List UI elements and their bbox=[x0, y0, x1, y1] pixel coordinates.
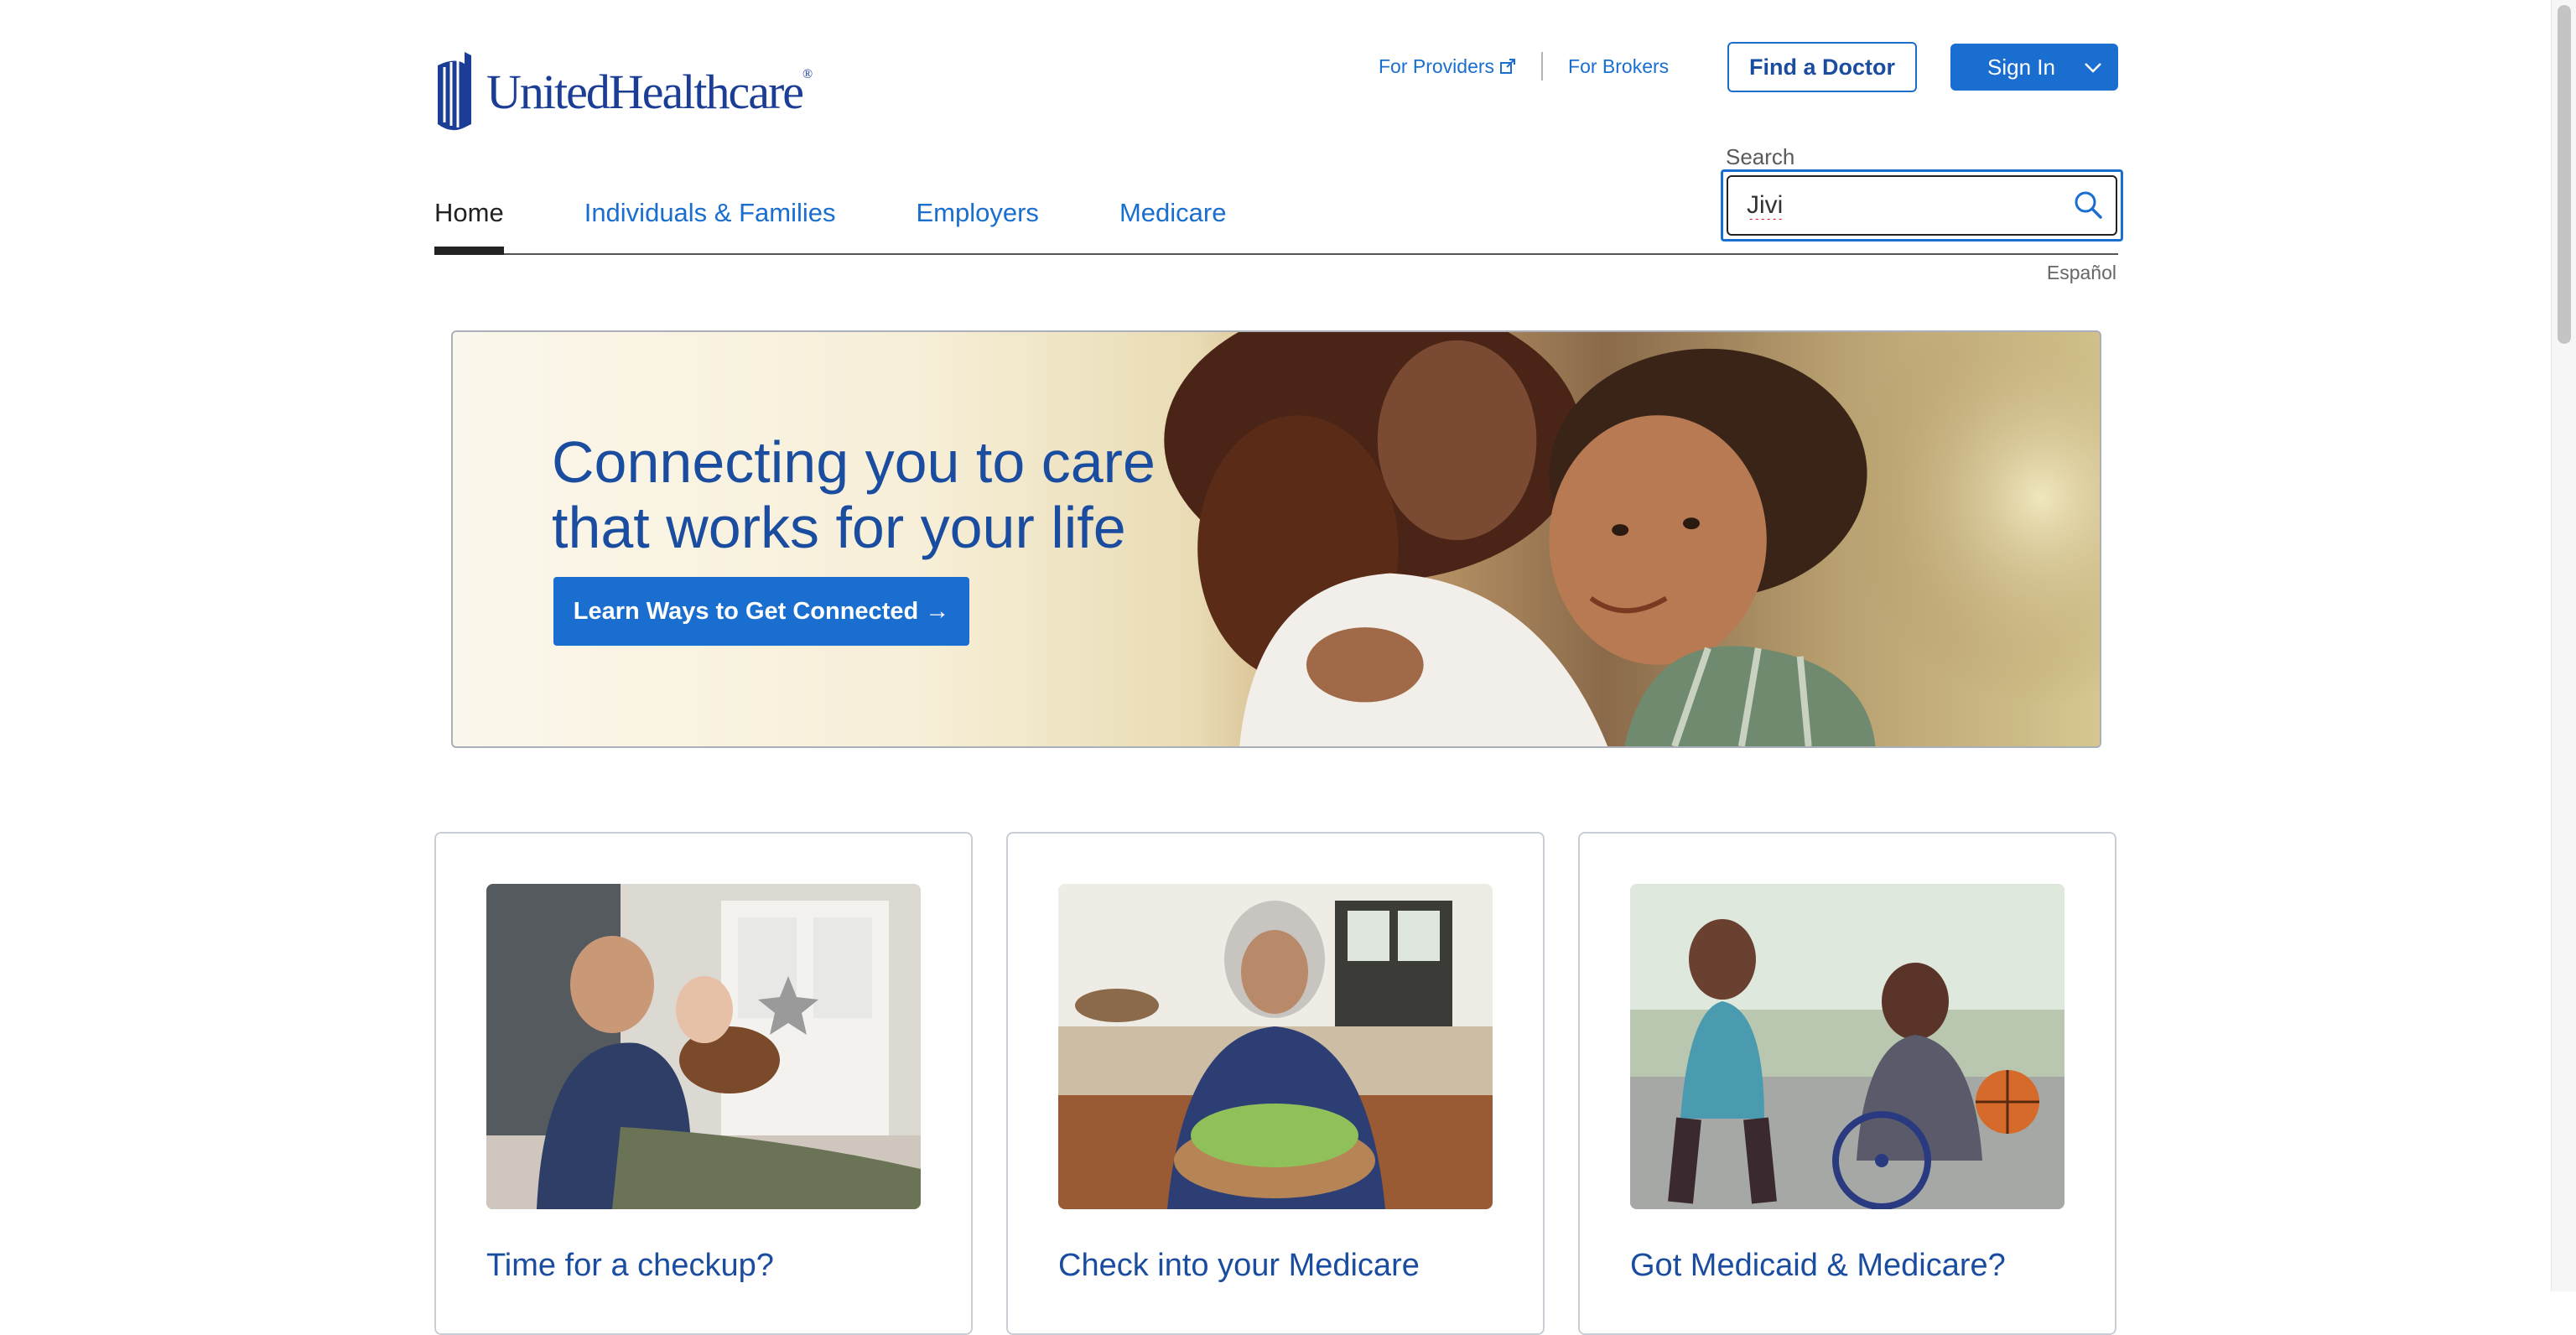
page-scrollbar[interactable] bbox=[2551, 0, 2576, 1291]
card-image-medicaid bbox=[1630, 884, 2064, 1209]
logo[interactable]: UnitedHealthcare® bbox=[434, 50, 813, 134]
card-title-checkup: Time for a checkup? bbox=[486, 1248, 774, 1283]
for-providers-link[interactable]: For Providers bbox=[1379, 55, 1516, 78]
hero-banner: Connecting you to care that works for yo… bbox=[451, 330, 2101, 748]
for-providers-label: For Providers bbox=[1379, 55, 1495, 77]
sign-in-label: Sign In bbox=[1987, 54, 2055, 80]
card-medicare[interactable]: Check into your Medicare bbox=[1006, 832, 1545, 1335]
hero-title: Connecting you to care that works for yo… bbox=[552, 429, 1156, 560]
main-nav: Home Individuals & Families Employers Me… bbox=[434, 193, 2118, 255]
external-link-icon bbox=[1500, 59, 1516, 74]
utility-divider bbox=[1541, 52, 1544, 81]
card-image-medicare bbox=[1058, 884, 1493, 1209]
nav-item-home[interactable]: Home bbox=[434, 193, 504, 255]
nav-item-employers[interactable]: Employers bbox=[917, 193, 1039, 253]
for-brokers-link[interactable]: For Brokers bbox=[1568, 55, 1669, 78]
basketball-photo-image bbox=[1630, 884, 2064, 1209]
card-medicaid-medicare[interactable]: Got Medicaid & Medicare? bbox=[1578, 832, 2116, 1335]
search-label: Search bbox=[1726, 144, 1795, 169]
find-a-doctor-button[interactable]: Find a Doctor bbox=[1727, 42, 1917, 92]
salad-photo-image bbox=[1058, 884, 1493, 1209]
espanol-link[interactable]: Español bbox=[2047, 262, 2116, 284]
card-image-checkup bbox=[486, 884, 921, 1209]
nav-item-medicare[interactable]: Medicare bbox=[1119, 193, 1227, 253]
utility-links: For Providers For Brokers bbox=[1379, 52, 1669, 81]
nav-item-individuals-families[interactable]: Individuals & Families bbox=[584, 193, 836, 253]
card-checkup[interactable]: Time for a checkup? bbox=[434, 832, 973, 1335]
scrollbar-thumb[interactable] bbox=[2558, 5, 2571, 344]
card-title-medicare: Check into your Medicare bbox=[1058, 1248, 1420, 1283]
logo-mark-icon bbox=[438, 52, 471, 131]
sign-in-button[interactable]: Sign In bbox=[1950, 44, 2118, 91]
chevron-down-icon bbox=[2085, 63, 2101, 73]
card-title-medicaid: Got Medicaid & Medicare? bbox=[1630, 1248, 2006, 1283]
learn-ways-button[interactable]: Learn Ways to Get Connected → bbox=[553, 577, 969, 646]
family-photo-image bbox=[486, 884, 921, 1209]
logo-wordmark: UnitedHealthcare® bbox=[486, 65, 813, 119]
